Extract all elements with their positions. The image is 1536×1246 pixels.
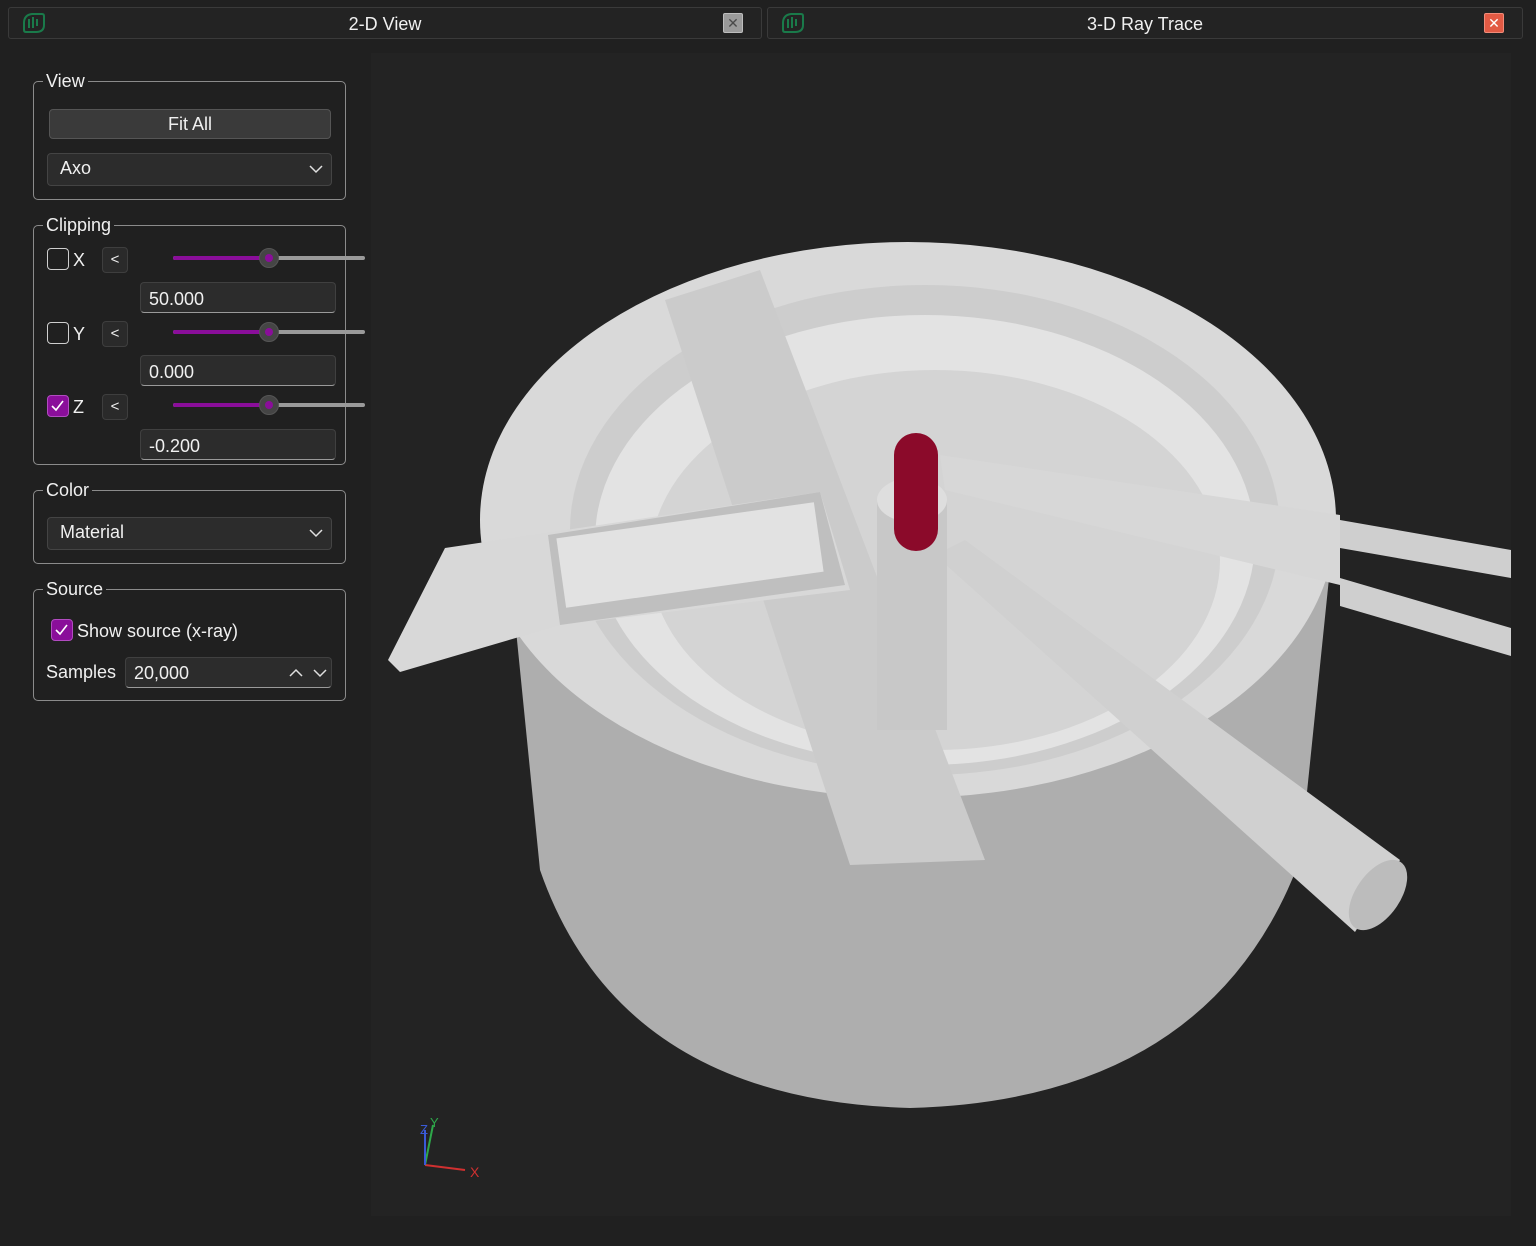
- 3d-model-render: [388, 242, 1511, 1171]
- clip-y-label: Y: [73, 324, 86, 344]
- tab-3d-ray-trace[interactable]: 3-D Ray Trace ✕: [767, 7, 1523, 39]
- clip-x-label: X: [73, 250, 86, 270]
- clip-x-value-field[interactable]: 50.000: [140, 282, 336, 313]
- source-group: Source Show source (x-ray) Samples 20,00…: [33, 577, 346, 701]
- show-source-checkbox[interactable]: [51, 619, 73, 641]
- clip-y-checkbox[interactable]: [47, 322, 69, 344]
- fit-all-button[interactable]: Fit All: [49, 109, 331, 139]
- view-group: View Fit All Axo: [33, 69, 346, 200]
- clip-z-value-field[interactable]: -0.200: [140, 429, 336, 460]
- close-icon[interactable]: ✕: [723, 13, 743, 33]
- color-group: Color Material: [33, 478, 346, 564]
- ray-trace-viewport[interactable]: X Y Z: [371, 53, 1511, 1216]
- color-group-title: Color: [43, 478, 93, 502]
- slider-thumb[interactable]: [259, 322, 279, 342]
- chevron-down-icon[interactable]: [313, 666, 327, 680]
- clipping-group: Clipping X < 50.000 Y < 0.000 Z < -0.200: [33, 213, 365, 465]
- clip-z-slider[interactable]: [173, 395, 365, 415]
- axis-triad-x-label: X: [470, 1164, 480, 1180]
- axis-triad-z-label: Z: [420, 1122, 428, 1137]
- clip-x-direction-button[interactable]: <: [102, 247, 128, 273]
- tab-2d-view[interactable]: 2-D View ✕: [8, 7, 762, 39]
- color-mode-select-value: Material: [60, 522, 125, 542]
- axis-triad-y-label: Y: [430, 1115, 439, 1130]
- clipping-group-title: Clipping: [43, 213, 115, 237]
- clip-x-checkbox[interactable]: [47, 248, 69, 270]
- clip-x-slider[interactable]: [173, 248, 365, 268]
- chevron-down-icon: [309, 529, 323, 538]
- clip-y-slider[interactable]: [173, 322, 365, 342]
- slider-fill: [173, 330, 269, 334]
- tab-title: 2-D View: [348, 14, 422, 34]
- chevron-up-icon[interactable]: [289, 666, 303, 680]
- slider-thumb[interactable]: [259, 248, 279, 268]
- source-group-title: Source: [43, 577, 107, 601]
- clip-z-direction-button[interactable]: <: [102, 394, 128, 420]
- chevron-down-icon: [309, 165, 323, 174]
- view-group-title: View: [43, 69, 88, 93]
- slider-thumb[interactable]: [259, 395, 279, 415]
- samples-spinbox[interactable]: 20,000: [125, 657, 332, 688]
- clip-z-checkbox[interactable]: [47, 395, 69, 417]
- projection-select[interactable]: Axo: [47, 153, 332, 186]
- samples-label: Samples: [46, 662, 117, 682]
- beam-right-top: [1340, 520, 1511, 578]
- slider-fill: [173, 403, 269, 407]
- checkmark-icon: [51, 400, 64, 412]
- clip-y-direction-button[interactable]: <: [102, 321, 128, 347]
- projection-select-value: Axo: [60, 158, 92, 178]
- slider-fill: [173, 256, 269, 260]
- beam-right-bottom: [1340, 578, 1511, 656]
- axis-triad-icon: [424, 1124, 466, 1171]
- clip-z-label: Z: [73, 397, 84, 417]
- checkmark-icon: [55, 624, 68, 636]
- close-icon[interactable]: ✕: [1484, 13, 1504, 33]
- show-source-label: Show source (x-ray): [77, 621, 239, 641]
- source-xray-marker: [894, 433, 938, 551]
- clip-y-value-field[interactable]: 0.000: [140, 355, 336, 386]
- color-mode-select[interactable]: Material: [47, 517, 332, 550]
- samples-value: 20,000: [134, 663, 190, 683]
- tab-title: 3-D Ray Trace: [1086, 14, 1204, 34]
